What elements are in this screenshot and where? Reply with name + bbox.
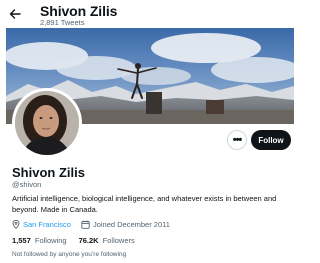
profile-meta: San Francisco Joined December 2011 [12, 220, 180, 229]
location-pin-icon [12, 220, 20, 229]
tweet-count: 2,891 Tweets [40, 18, 85, 27]
profile-header: Shivon Zilis 2,891 Tweets [0, 0, 300, 28]
followed-by-note: Not followed by anyone you’re following [12, 251, 127, 258]
location: San Francisco [12, 220, 71, 229]
followers-count: 76.2K [78, 236, 99, 245]
following-label: Following [34, 236, 67, 245]
followers-link[interactable]: 76.2K Followers [79, 236, 135, 245]
bio: Artificial intelligence, biological inte… [12, 194, 277, 214]
display-name: Shivon Zilis [12, 165, 85, 180]
profile-page: Shivon Zilis 2,891 Tweets ••• Follow Shi… [0, 0, 300, 263]
following-link[interactable]: 1,557 Following [12, 236, 67, 245]
back-button[interactable] [6, 5, 24, 23]
calendar-icon [81, 220, 90, 229]
followers-label: Followers [102, 236, 135, 245]
following-count: 1,557 [12, 236, 31, 245]
location-link[interactable]: San Francisco [23, 220, 71, 229]
follow-stats: 1,557 Following 76.2K Followers [12, 236, 147, 245]
follow-button[interactable]: Follow [251, 130, 291, 150]
more-options-button[interactable]: ••• [227, 130, 247, 150]
arrow-left-icon [9, 9, 21, 19]
joined-date: Joined December 2011 [81, 220, 170, 229]
handle: @shivon [12, 180, 42, 189]
joined-label: Joined December 2011 [92, 220, 170, 229]
avatar[interactable] [12, 88, 82, 158]
header-name: Shivon Zilis [40, 3, 118, 19]
ellipsis-icon: ••• [232, 134, 243, 146]
